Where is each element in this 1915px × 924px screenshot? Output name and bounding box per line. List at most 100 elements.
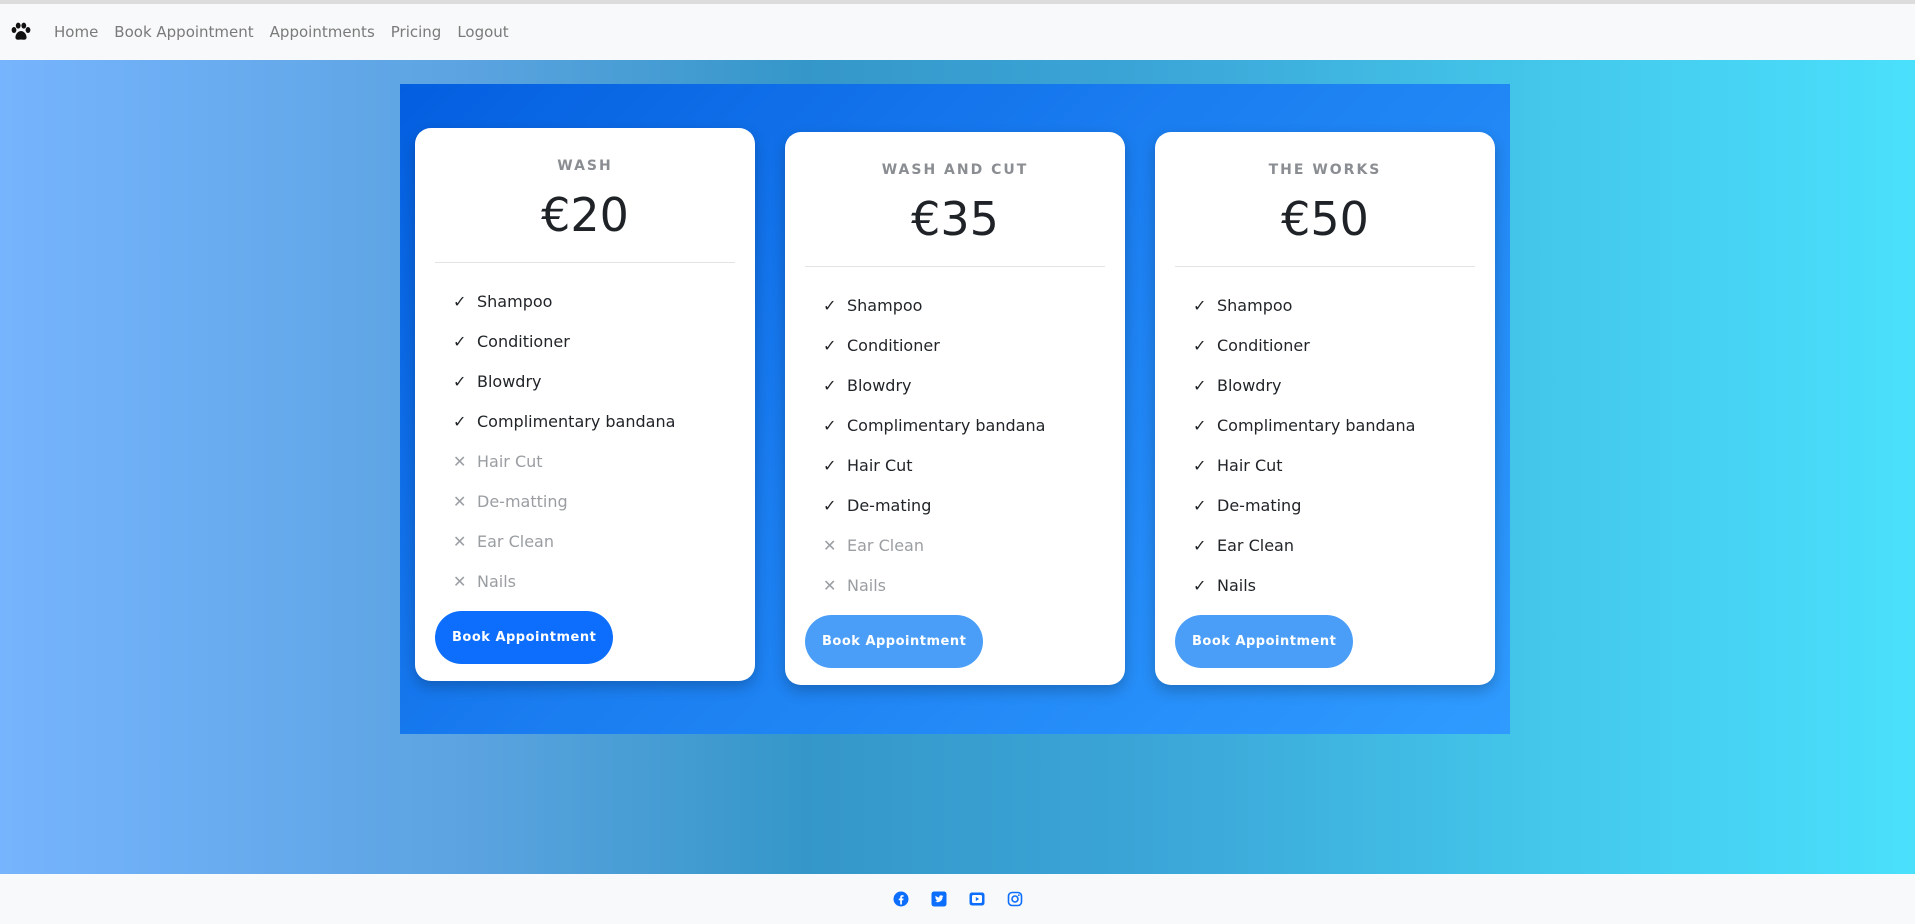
check-icon: ✓ xyxy=(1193,495,1207,515)
pricing-card-wash-and-cut: WASH AND CUT €35 ✓ Shampoo ✓ Conditioner ✓ Blow… xyxy=(785,132,1125,685)
feature-item: ✕ Ear Clean xyxy=(823,525,1105,565)
feature-label: Hair Cut xyxy=(847,455,913,475)
feature-item: ✓ Shampoo xyxy=(823,285,1105,325)
feature-item: ✓ De-mating xyxy=(1193,485,1475,525)
feature-label: Complimentary bandana xyxy=(477,411,676,431)
feature-label: Conditioner xyxy=(1217,335,1310,355)
nav-logout[interactable]: Logout xyxy=(457,23,508,41)
check-icon: ✓ xyxy=(823,295,837,315)
feature-label: Shampoo xyxy=(1217,295,1293,315)
feature-label: De-mating xyxy=(1217,495,1302,515)
check-icon: ✓ xyxy=(1193,535,1207,555)
feature-label: Hair Cut xyxy=(1217,455,1283,475)
feature-item: ✓ Conditioner xyxy=(823,325,1105,365)
feature-label: Blowdry xyxy=(1217,375,1282,395)
feature-label: De-matting xyxy=(477,491,568,511)
check-icon: ✓ xyxy=(823,375,837,395)
feature-item: ✕ Hair Cut xyxy=(453,441,735,481)
check-icon: ✓ xyxy=(453,291,467,311)
plan-title: WASH AND CUT xyxy=(881,162,1029,178)
check-icon: ✓ xyxy=(1193,415,1207,435)
card-divider xyxy=(1175,266,1475,267)
feature-label: Ear Clean xyxy=(847,535,924,555)
pricing-panel: WASH €20 ✓ Shampoo ✓ Conditioner ✓ Blowdry ✓ Comp… xyxy=(400,84,1510,734)
instagram-icon[interactable] xyxy=(1006,890,1024,908)
check-icon: ✓ xyxy=(823,455,837,475)
feature-label: Blowdry xyxy=(477,371,542,391)
paw-icon[interactable] xyxy=(10,20,34,44)
feature-list: ✓ Shampoo ✓ Conditioner ✓ Blowdry ✓ Complimenta… xyxy=(415,281,755,601)
pricing-card-the-works: THE WORKS €50 ✓ Shampoo ✓ Conditioner ✓ Blowdry… xyxy=(1155,132,1495,685)
x-icon: ✕ xyxy=(453,491,467,511)
feature-item: ✓ Hair Cut xyxy=(1193,445,1475,485)
check-icon: ✓ xyxy=(453,331,467,351)
pricing-card-wash: WASH €20 ✓ Shampoo ✓ Conditioner ✓ Blowdry ✓ Comp… xyxy=(415,128,755,681)
feature-item: ✕ De-matting xyxy=(453,481,735,521)
card-divider xyxy=(805,266,1105,267)
feature-item: ✓ Ear Clean xyxy=(1193,525,1475,565)
feature-label: Ear Clean xyxy=(1217,535,1294,555)
navbar: Home Book Appointment Appointments Prici… xyxy=(0,4,1915,60)
plan-price: €35 xyxy=(911,192,999,246)
check-icon: ✓ xyxy=(1193,455,1207,475)
check-icon: ✓ xyxy=(453,411,467,431)
feature-label: Shampoo xyxy=(477,291,553,311)
feature-label: Shampoo xyxy=(847,295,923,315)
twitter-icon[interactable] xyxy=(930,890,948,908)
nav-home[interactable]: Home xyxy=(54,23,98,41)
plan-title: WASH xyxy=(557,158,613,174)
feature-item: ✓ Blowdry xyxy=(823,365,1105,405)
youtube-icon[interactable] xyxy=(968,890,986,908)
x-icon: ✕ xyxy=(453,571,467,591)
feature-label: Conditioner xyxy=(847,335,940,355)
x-icon: ✕ xyxy=(453,451,467,471)
facebook-icon[interactable] xyxy=(892,890,910,908)
feature-item: ✓ De-mating xyxy=(823,485,1105,525)
check-icon: ✓ xyxy=(823,335,837,355)
feature-label: Complimentary bandana xyxy=(1217,415,1416,435)
feature-item: ✓ Conditioner xyxy=(1193,325,1475,365)
feature-label: Conditioner xyxy=(477,331,570,351)
nav-pricing[interactable]: Pricing xyxy=(391,23,442,41)
feature-item: ✓ Shampoo xyxy=(453,281,735,321)
check-icon: ✓ xyxy=(1193,575,1207,595)
feature-item: ✕ Nails xyxy=(453,561,735,601)
feature-item: ✕ Nails xyxy=(823,565,1105,605)
feature-item: ✓ Shampoo xyxy=(1193,285,1475,325)
footer xyxy=(0,874,1915,924)
x-icon: ✕ xyxy=(823,575,837,595)
book-appointment-button[interactable]: Book Appointment xyxy=(435,611,614,664)
feature-item: ✓ Complimentary bandana xyxy=(1193,405,1475,445)
feature-item: ✓ Blowdry xyxy=(453,361,735,401)
check-icon: ✓ xyxy=(1193,295,1207,315)
book-appointment-button[interactable]: Book Appointment xyxy=(805,615,984,668)
book-appointment-button[interactable]: Book Appointment xyxy=(1175,615,1354,668)
feature-label: De-mating xyxy=(847,495,932,515)
feature-label: Nails xyxy=(847,575,886,595)
plan-price: €50 xyxy=(1281,192,1369,246)
check-icon: ✓ xyxy=(1193,335,1207,355)
hero-background: WASH €20 ✓ Shampoo ✓ Conditioner ✓ Blowdry ✓ Comp… xyxy=(0,60,1915,874)
x-icon: ✕ xyxy=(453,531,467,551)
feature-item: ✓ Complimentary bandana xyxy=(823,405,1105,445)
x-icon: ✕ xyxy=(823,535,837,555)
feature-list: ✓ Shampoo ✓ Conditioner ✓ Blowdry ✓ Complimenta… xyxy=(1155,285,1495,605)
feature-list: ✓ Shampoo ✓ Conditioner ✓ Blowdry ✓ Complimenta… xyxy=(785,285,1125,605)
feature-item: ✓ Blowdry xyxy=(1193,365,1475,405)
nav-appointments[interactable]: Appointments xyxy=(270,23,375,41)
feature-item: ✓ Conditioner xyxy=(453,321,735,361)
feature-label: Complimentary bandana xyxy=(847,415,1046,435)
feature-label: Ear Clean xyxy=(477,531,554,551)
feature-label: Hair Cut xyxy=(477,451,543,471)
feature-item: ✕ Ear Clean xyxy=(453,521,735,561)
check-icon: ✓ xyxy=(1193,375,1207,395)
feature-item: ✓ Complimentary bandana xyxy=(453,401,735,441)
feature-label: Blowdry xyxy=(847,375,912,395)
feature-label: Nails xyxy=(1217,575,1256,595)
nav-book-appointment[interactable]: Book Appointment xyxy=(114,23,253,41)
plan-price: €20 xyxy=(541,188,629,242)
plan-title: THE WORKS xyxy=(1268,162,1382,178)
check-icon: ✓ xyxy=(823,415,837,435)
feature-item: ✓ Hair Cut xyxy=(823,445,1105,485)
feature-item: ✓ Nails xyxy=(1193,565,1475,605)
